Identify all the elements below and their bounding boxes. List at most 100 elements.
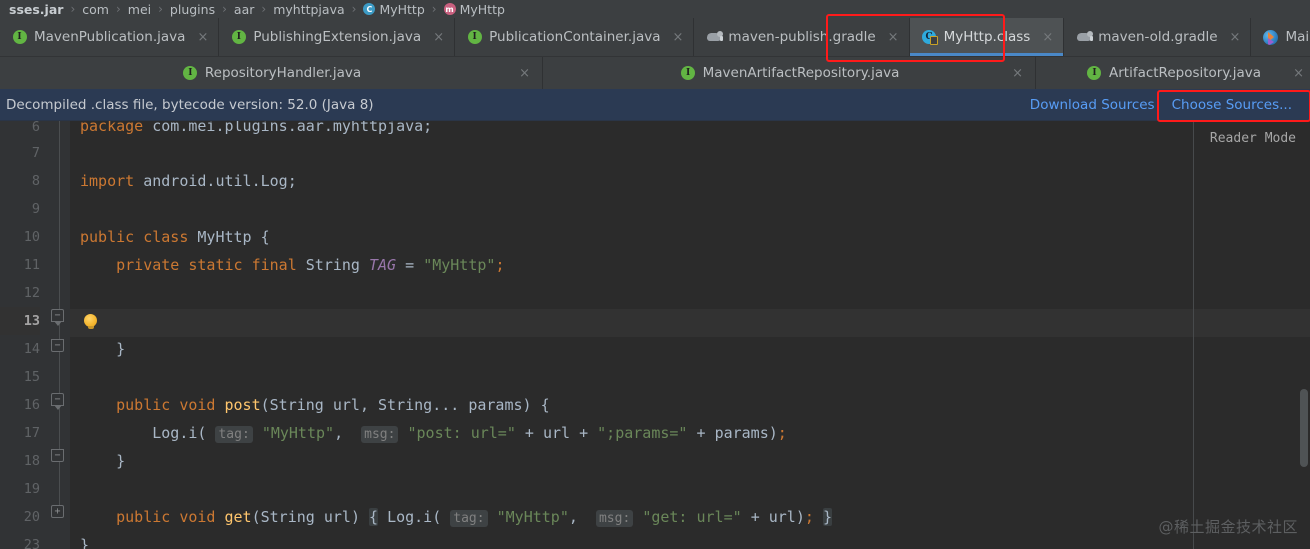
breadcrumb-item-method[interactable]: m MyHttp xyxy=(441,2,508,17)
breadcrumb-separator: › xyxy=(261,2,267,16)
close-icon[interactable]: × xyxy=(1012,67,1023,80)
line-number: 18 xyxy=(23,453,40,469)
gradle-icon xyxy=(706,30,724,45)
line-number: 10 xyxy=(23,229,40,245)
close-icon[interactable]: × xyxy=(519,67,530,80)
fold-expand-get-icon[interactable]: + xyxy=(51,505,64,518)
decompiled-class-banner: Decompiled .class file, bytecode version… xyxy=(0,89,1310,121)
close-icon[interactable]: × xyxy=(673,31,684,44)
code-line-14: } xyxy=(116,340,126,358)
code-line-16: public void post(String url, String... p… xyxy=(116,396,550,414)
tab-label: maven-publish.gradle xyxy=(728,29,876,45)
close-icon[interactable]: × xyxy=(433,31,444,44)
breadcrumb-item-myhttpjava[interactable]: myhttpjava xyxy=(270,2,347,17)
banner-message: Decompiled .class file, bytecode version… xyxy=(6,96,374,113)
line-number: 17 xyxy=(23,425,40,441)
tab-mainactivity-kt[interactable]: MainActivity.kt × xyxy=(1251,18,1310,56)
code-editor[interactable]: 6 7 8 9 10 11 12 13 14 15 16 17 18 19 20… xyxy=(0,121,1310,549)
tab-label: MavenPublication.java xyxy=(34,29,186,45)
code-line-23: } xyxy=(80,536,90,549)
tab-mavenpublication-java[interactable]: I MavenPublication.java × xyxy=(0,18,220,56)
editor-scrollbar-thumb[interactable] xyxy=(1300,389,1308,467)
close-icon[interactable]: × xyxy=(197,31,208,44)
line-number: 9 xyxy=(31,201,40,217)
breadcrumb-item-plugins[interactable]: plugins xyxy=(167,2,218,17)
tab-mavenartifactrepository-java[interactable]: I MavenArtifactRepository.java × xyxy=(543,57,1036,89)
fold-collapse-post-icon[interactable]: − xyxy=(51,393,64,410)
tab-label: PublishingExtension.java xyxy=(253,29,422,45)
tab-label: RepositoryHandler.java xyxy=(204,65,362,81)
line-number-current: 13 xyxy=(0,307,40,335)
kotlin-icon xyxy=(1263,29,1279,45)
tab-label: MavenArtifactRepository.java xyxy=(702,65,900,81)
close-icon[interactable]: × xyxy=(888,31,899,44)
close-icon[interactable]: × xyxy=(1230,31,1241,44)
line-number: 11 xyxy=(23,257,40,273)
line-number: 20 xyxy=(23,509,40,525)
breadcrumb-label: mei xyxy=(127,1,152,17)
code-line-10: public class MyHttp { xyxy=(80,228,270,246)
breadcrumb-item-jar[interactable]: sses.jar xyxy=(6,2,66,17)
line-number: 8 xyxy=(31,173,40,189)
java-interface-icon: I xyxy=(231,30,246,45)
tab-artifactrepository-java[interactable]: I ArtifactRepository.java × xyxy=(1036,57,1310,89)
tab-label: ArtifactRepository.java xyxy=(1108,65,1261,81)
editor-right-margin-line xyxy=(1193,121,1194,549)
tab-publishingextension-java[interactable]: I PublishingExtension.java × xyxy=(219,18,456,56)
code-content[interactable]: package com.mei.plugins.aar.myhttpjava; … xyxy=(70,121,1310,549)
breadcrumb-separator: › xyxy=(351,2,357,16)
tab-maven-old-gradle[interactable]: maven-old.gradle × xyxy=(1064,18,1252,56)
code-line-6: package com.mei.plugins.aar.myhttpjava; xyxy=(80,121,433,135)
reader-mode-label[interactable]: Reader Mode xyxy=(1210,131,1296,146)
java-interface-icon: I xyxy=(681,66,696,81)
tab-maven-publish-gradle[interactable]: maven-publish.gradle × xyxy=(694,18,910,56)
line-number: 23 xyxy=(23,537,40,549)
line-number: 6 xyxy=(31,121,40,135)
tab-label: MainActivity.kt xyxy=(1285,29,1310,45)
breadcrumb-item-aar[interactable]: aar xyxy=(231,2,257,17)
code-line-8: import android.util.Log; xyxy=(80,172,297,190)
current-line-highlight xyxy=(70,309,1310,337)
line-number: 7 xyxy=(31,145,40,161)
param-hint-msg: msg: xyxy=(595,510,634,527)
line-number: 19 xyxy=(23,481,40,497)
breadcrumb-item-mei[interactable]: mei xyxy=(125,2,154,17)
fold-collapse-ctor-icon[interactable]: − xyxy=(51,309,64,326)
code-line-11: private static final String TAG = "MyHtt… xyxy=(116,256,505,274)
fold-end-post-icon[interactable]: − xyxy=(51,449,64,462)
breadcrumb-label: plugins xyxy=(169,1,216,17)
tab-myhttp-class[interactable]: C MyHttp.class × xyxy=(909,18,1065,56)
intention-bulb-icon[interactable] xyxy=(84,314,98,332)
breadcrumb-separator: › xyxy=(431,2,437,16)
tab-publicationcontainer-java[interactable]: I PublicationContainer.java × xyxy=(455,18,695,56)
breadcrumb-separator: › xyxy=(115,2,121,16)
breadcrumb-label: myhttpjava xyxy=(273,1,345,17)
close-icon[interactable]: × xyxy=(1042,31,1053,44)
close-icon[interactable]: × xyxy=(1293,67,1304,80)
watermark: @稀土掘金技术社区 xyxy=(1158,518,1298,536)
breadcrumb-separator: › xyxy=(158,2,163,16)
param-hint-tag: tag: xyxy=(215,426,253,443)
line-number: 16 xyxy=(23,397,40,413)
folded-region-close[interactable]: } xyxy=(822,508,832,526)
fold-end-ctor-icon[interactable]: − xyxy=(51,339,64,352)
folded-region-open[interactable]: { xyxy=(369,508,379,526)
breadcrumb-label: sses.jar xyxy=(9,1,64,17)
download-sources-link[interactable]: Download Sources xyxy=(1030,97,1155,113)
param-hint-msg: msg: xyxy=(361,426,399,443)
ide-editor-window: sses.jar › com › mei › plugins › aar › m… xyxy=(0,0,1310,549)
breadcrumb-item-com[interactable]: com xyxy=(79,2,112,17)
code-folding-gutter[interactable]: − − − − + xyxy=(48,121,70,549)
line-number: 14 xyxy=(23,341,40,357)
editor-tab-row-2: I RepositoryHandler.java × I MavenArtifa… xyxy=(0,56,1310,89)
tab-repositoryhandler-java[interactable]: I RepositoryHandler.java × xyxy=(0,57,543,89)
java-interface-icon: I xyxy=(12,30,27,45)
breadcrumb-item-class[interactable]: C MyHttp xyxy=(360,2,427,17)
breadcrumb-label: MyHttp xyxy=(379,1,425,17)
choose-sources-link[interactable]: Choose Sources... xyxy=(1172,97,1292,113)
line-number: 15 xyxy=(23,369,40,385)
gradle-icon xyxy=(1076,30,1094,45)
